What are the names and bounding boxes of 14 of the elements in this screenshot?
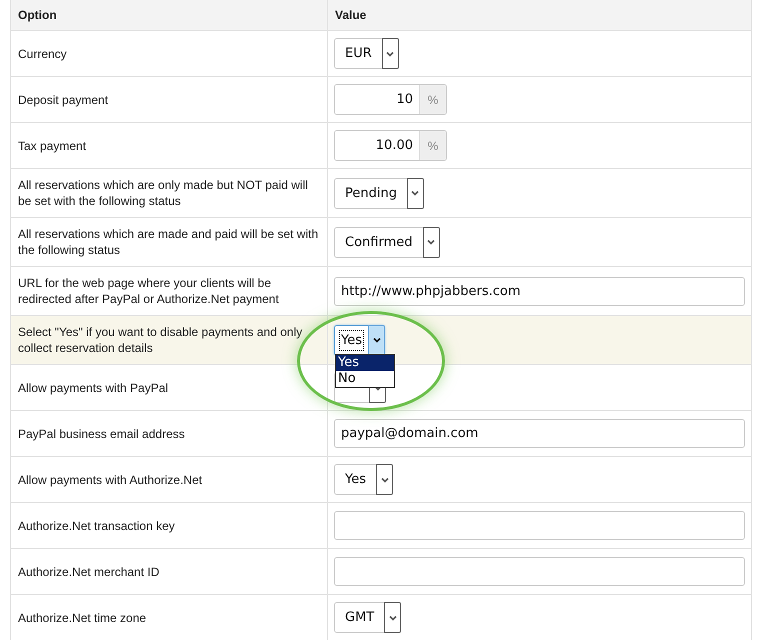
option-label: All reservations which are made and paid will be set with the following status: [11, 218, 327, 267]
column-header: Value: [327, 0, 751, 31]
option-label: Authorize.Net transaction key: [11, 503, 327, 549]
option-label: Currency: [11, 31, 327, 77]
option-label: PayPal business email address: [11, 411, 327, 457]
column-header: Option: [11, 0, 327, 31]
option-label: Tax payment: [11, 123, 327, 169]
option-label: Deposit payment: [11, 77, 327, 123]
option-label: All reservations which are only made but NOT paid will be set with the following status: [11, 169, 327, 218]
option-label: Authorize.Net time zone: [11, 595, 327, 640]
option-label: Allow payments with PayPal: [11, 365, 327, 411]
option-label: Allow payments with Authorize.Net: [11, 457, 327, 503]
option-label: Select "Yes" if you want to disable payments and only collect reservation details: [11, 316, 327, 365]
option-label: Authorize.Net merchant ID: [11, 549, 327, 595]
